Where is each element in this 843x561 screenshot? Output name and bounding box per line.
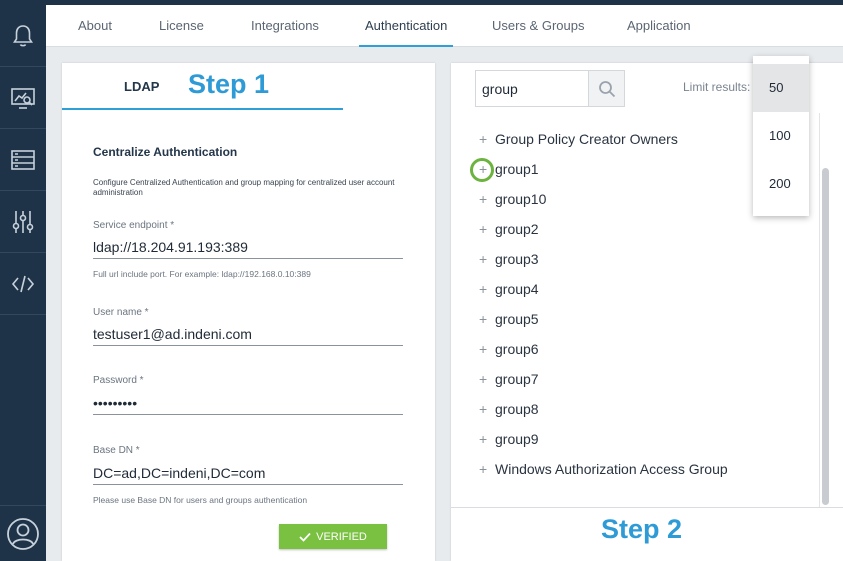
ldap-tab-header: LDAP Step 1 <box>62 63 435 110</box>
sidebar-item-devices[interactable] <box>0 129 46 191</box>
base-dn-label: Base DN * <box>93 445 140 456</box>
expand-icon[interactable]: + <box>479 221 489 237</box>
expand-icon[interactable]: + <box>479 341 489 357</box>
service-endpoint-label: Service endpoint * <box>93 220 175 231</box>
highlight-circle <box>470 158 494 182</box>
limit-option-50[interactable]: 50 <box>753 64 809 112</box>
group-item[interactable]: + group3 <box>479 248 539 270</box>
service-endpoint-help: Full url include port. For example: ldap… <box>93 269 311 279</box>
group-search-input[interactable] <box>482 79 582 99</box>
verified-label: VERIFIED <box>316 530 367 543</box>
expand-icon[interactable]: + <box>479 311 489 327</box>
code-icon <box>11 275 35 292</box>
user-name-label: User name * <box>93 307 149 318</box>
expand-icon[interactable]: + <box>479 131 489 147</box>
password-input[interactable] <box>93 391 403 415</box>
monitor-chart-icon <box>11 87 35 109</box>
verified-button[interactable]: VERIFIED <box>279 524 387 549</box>
password-label: Password * <box>93 375 144 386</box>
scrollbar-thumb[interactable] <box>822 168 829 505</box>
sidebar-item-settings[interactable] <box>0 191 46 253</box>
group-item[interactable]: + group10 <box>479 188 546 210</box>
sidebar-item-notifications[interactable] <box>0 5 46 67</box>
top-tabs: About License Integrations Authenticatio… <box>46 5 843 47</box>
group-item[interactable]: + group8 <box>479 398 539 420</box>
group-item[interactable]: + group6 <box>479 338 539 360</box>
base-dn-input[interactable] <box>93 461 403 485</box>
group-item[interactable]: + group7 <box>479 368 539 390</box>
step-1-annotation: Step 1 <box>188 69 270 99</box>
limit-results-dropdown[interactable]: 50 100 200 <box>753 56 809 216</box>
bell-icon <box>13 24 33 46</box>
group-item[interactable]: + Group Policy Creator Owners <box>479 128 678 150</box>
group-search-box <box>475 70 625 107</box>
section-description: Configure Centralized Authentication and… <box>93 178 395 197</box>
server-list-icon <box>11 149 35 170</box>
ldap-config-panel: LDAP Step 1 Centralize Authentication Co… <box>62 63 435 561</box>
sliders-icon <box>12 210 34 233</box>
expand-icon[interactable]: + <box>479 191 489 207</box>
limit-option-100[interactable]: 100 <box>753 112 809 160</box>
step-2-annotation: Step 2 <box>601 514 683 544</box>
expand-icon[interactable]: + <box>479 371 489 387</box>
search-button[interactable] <box>588 71 624 106</box>
group-item[interactable]: + group9 <box>479 428 539 450</box>
expand-icon[interactable]: + <box>479 461 489 477</box>
group-item[interactable]: + group4 <box>479 278 539 300</box>
group-item[interactable]: + group5 <box>479 308 539 330</box>
group-item[interactable]: + group2 <box>479 218 539 240</box>
avatar-icon <box>7 517 39 550</box>
expand-icon[interactable]: + <box>479 281 489 297</box>
ldap-tab-underline <box>62 108 343 110</box>
tab-users-groups[interactable]: Users & Groups <box>492 5 584 47</box>
expand-icon[interactable]: + <box>479 401 489 417</box>
tab-application[interactable]: Application <box>627 5 691 47</box>
expand-icon[interactable]: + <box>479 431 489 447</box>
sidebar-item-monitoring[interactable] <box>0 67 46 129</box>
expand-icon[interactable]: + <box>479 251 489 267</box>
service-endpoint-input[interactable] <box>93 235 403 259</box>
sidebar <box>0 0 46 561</box>
user-avatar-button[interactable] <box>0 505 46 561</box>
panel-divider <box>451 507 843 508</box>
checkmark-icon <box>299 532 311 542</box>
group-item[interactable]: + Windows Authorization Access Group <box>479 458 728 480</box>
ldap-tab[interactable]: LDAP <box>124 79 159 94</box>
tab-license[interactable]: License <box>159 5 204 47</box>
base-dn-help: Please use Base DN for users and groups … <box>93 495 308 505</box>
tab-authentication[interactable]: Authentication <box>358 5 454 47</box>
user-name-input[interactable] <box>93 322 403 346</box>
tab-integrations[interactable]: Integrations <box>251 5 319 47</box>
search-icon <box>598 80 615 97</box>
limit-option-200[interactable]: 200 <box>753 160 809 208</box>
sidebar-item-developer[interactable] <box>0 253 46 315</box>
section-title: Centralize Authentication <box>93 145 238 159</box>
limit-results-label: Limit results: <box>683 80 751 94</box>
tab-about[interactable]: About <box>78 5 112 47</box>
